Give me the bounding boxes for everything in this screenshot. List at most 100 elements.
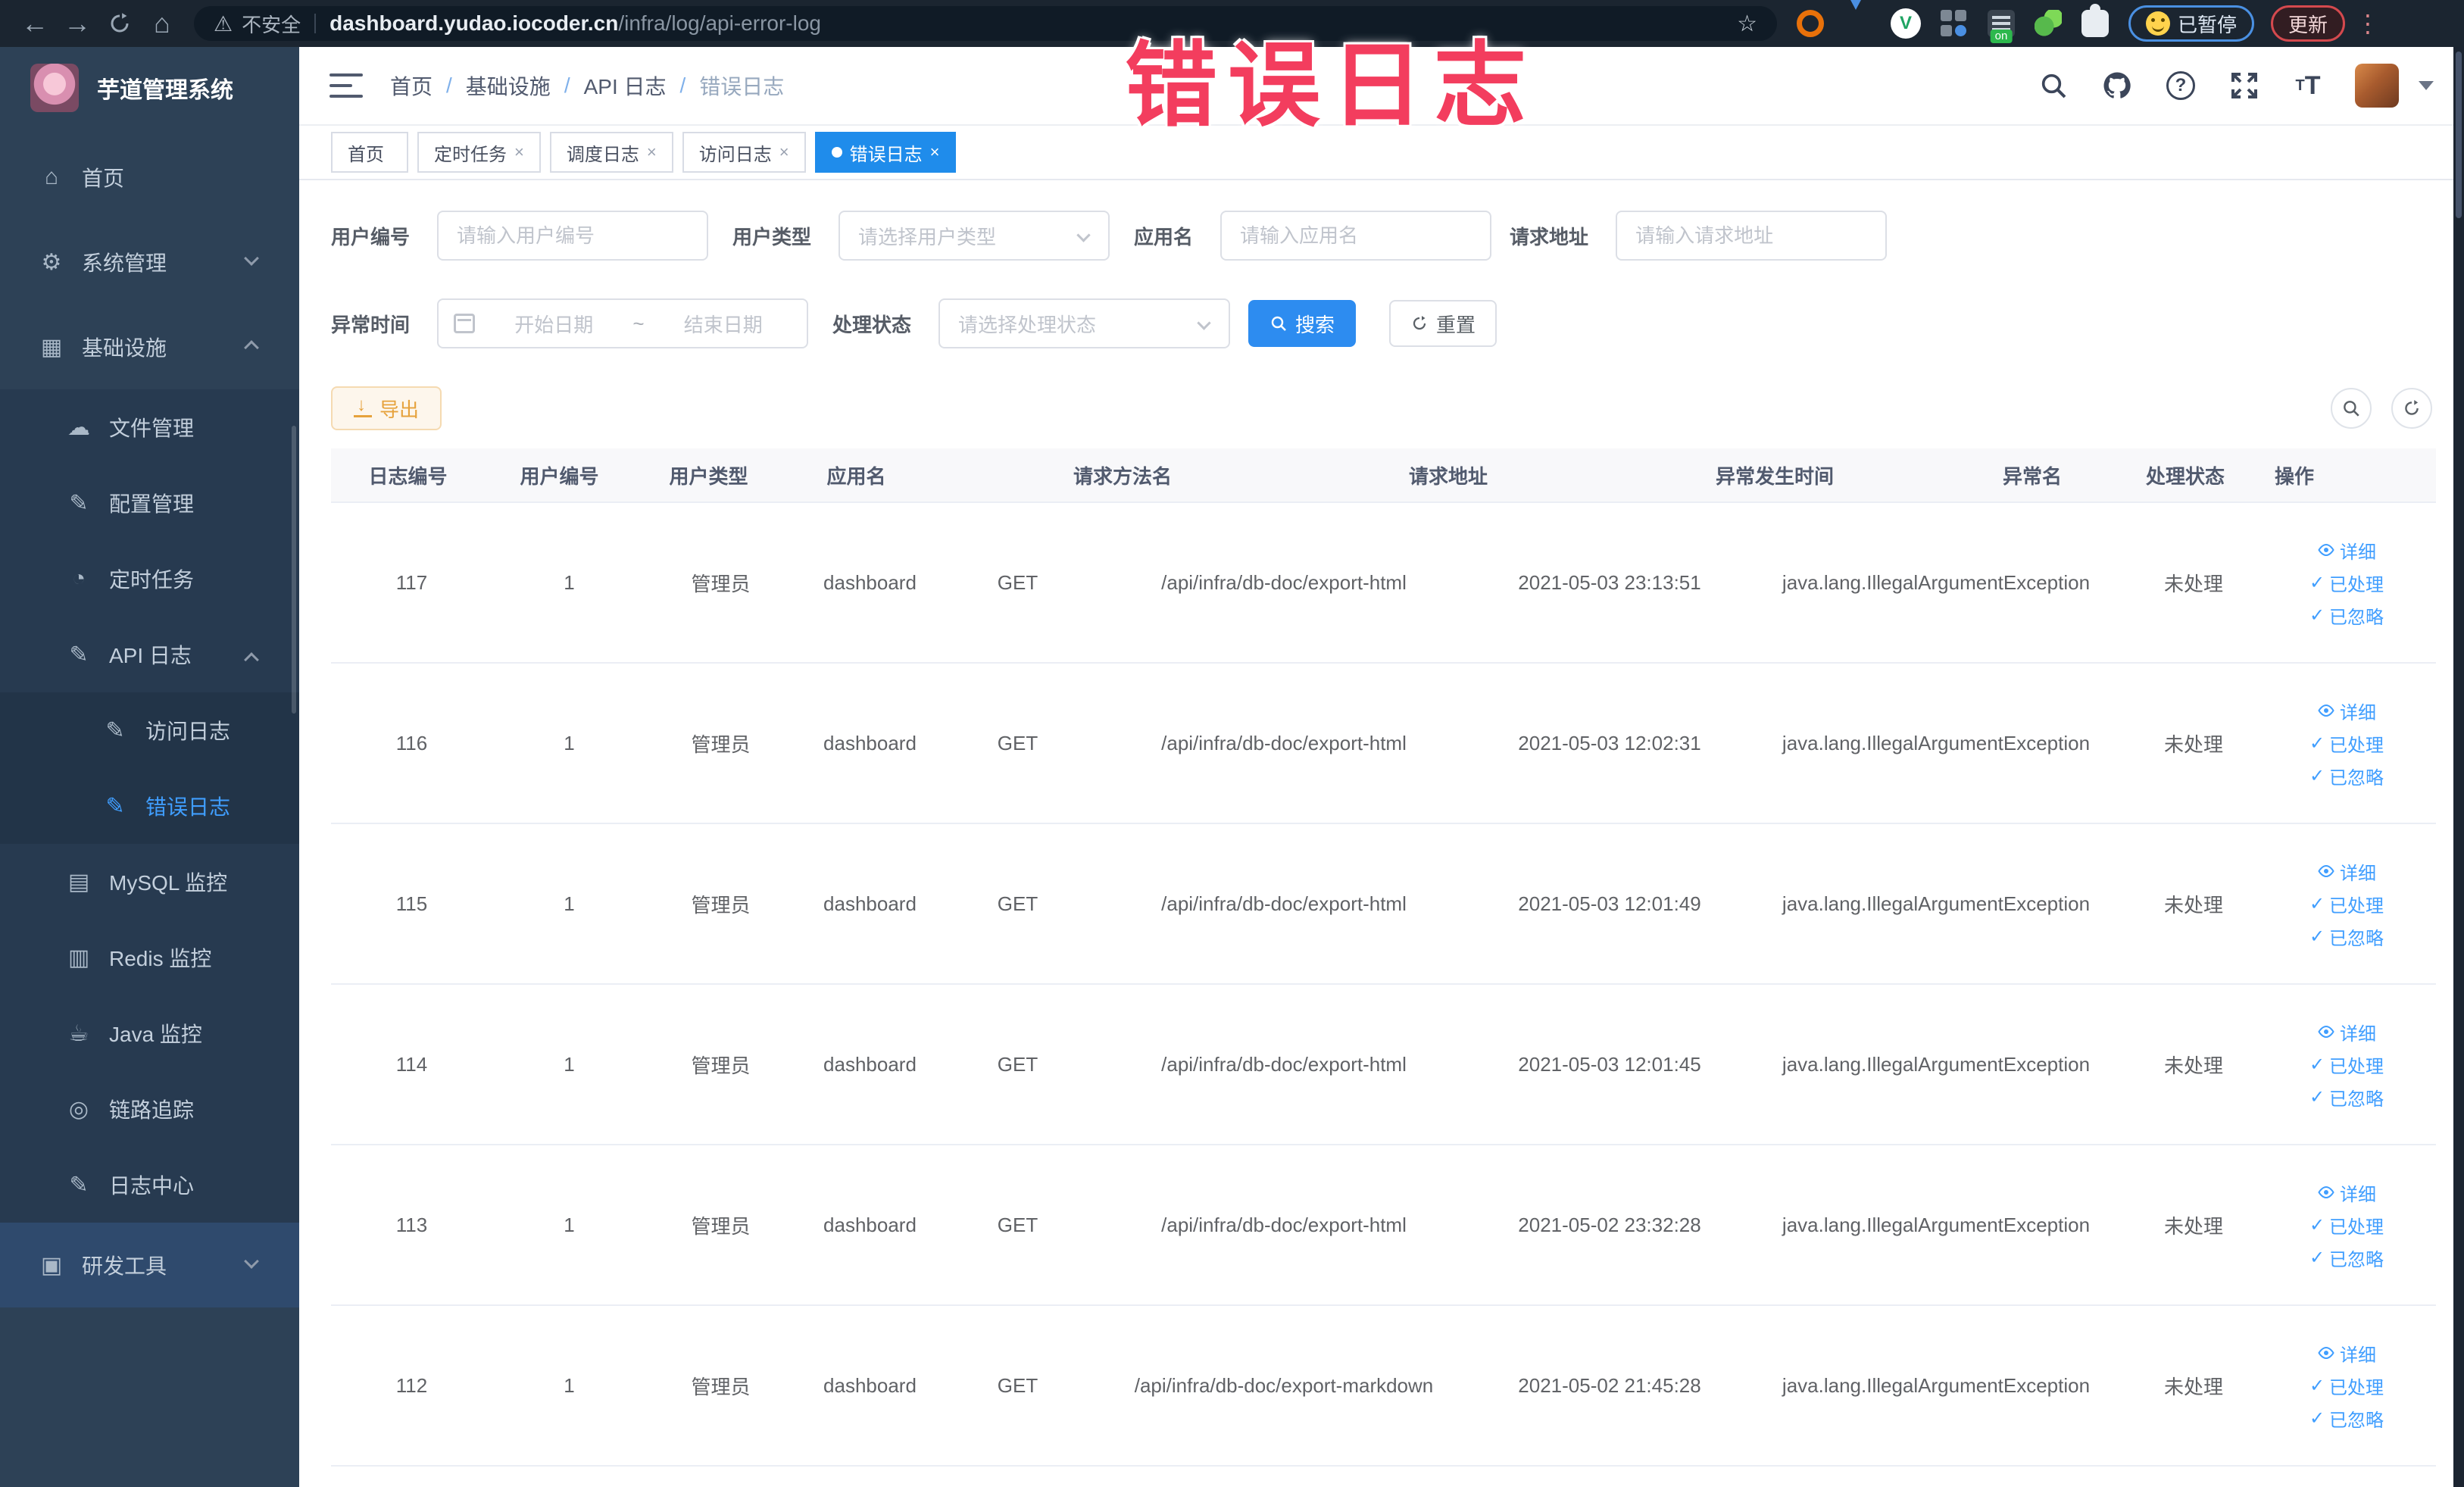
tab-close-icon[interactable]: × — [514, 142, 524, 162]
extension-sprout-icon[interactable] — [2035, 10, 2062, 37]
sidebar-item[interactable]: ✎ 错误日志 — [0, 768, 299, 844]
export-button[interactable]: 导出 — [331, 386, 442, 430]
cell-exception-time: 2021-05-03 12:02:31 — [1518, 731, 1701, 754]
sidebar-item[interactable]: ✎ 日志中心 — [0, 1147, 299, 1223]
sidebar-item[interactable]: ◎ 链路追踪 — [0, 1071, 299, 1147]
browser-home-button[interactable]: ⌂ — [141, 7, 183, 40]
browser-forward-button[interactable]: → — [56, 7, 98, 40]
search-icon[interactable] — [2037, 69, 2070, 102]
mark-ignored-link[interactable]: ✓ 已忽略 — [2309, 763, 2384, 789]
cell-actions: 详细 ✓ 已处理 ✓ 已忽略 — [2257, 1179, 2436, 1271]
sidebar-item[interactable]: ✎ API 日志 — [0, 617, 299, 692]
reset-button[interactable]: 重置 — [1389, 300, 1497, 347]
mark-ignored-label: 已忽略 — [2329, 928, 2384, 949]
profile-paused-pill[interactable]: 已暂停 — [2128, 5, 2255, 42]
sidebar-item[interactable]: ▤ MySQL 监控 — [0, 844, 299, 920]
toggle-search-button[interactable] — [2331, 388, 2372, 429]
search-icon — [1271, 316, 1286, 331]
sidebar-item[interactable]: ◔ 定时任务 — [0, 541, 299, 617]
detail-link[interactable]: 详细 — [2317, 1340, 2376, 1367]
detail-link[interactable]: 详细 — [2317, 537, 2376, 564]
mark-ignored-link[interactable]: ✓ 已忽略 — [2309, 1245, 2384, 1271]
sidebar-item[interactable]: ▣ 研发工具 — [0, 1223, 299, 1307]
search-button[interactable]: 搜索 — [1248, 300, 1357, 347]
user-type-select[interactable]: 请选择用户类型 — [839, 211, 1110, 261]
cell-user-id: 1 — [564, 1373, 575, 1397]
page-tab[interactable]: 定时任务 × — [417, 132, 541, 173]
browser-toolbar: ← → ⌂ ⚠ 不安全 dashboard.yudao.iocoder.cn /… — [0, 0, 2464, 47]
date-range-picker[interactable]: 开始日期 ~ 结束日期 — [437, 298, 809, 348]
detail-link[interactable]: 详细 — [2317, 1179, 2376, 1206]
refresh-table-button[interactable] — [2391, 388, 2432, 429]
sidebar-item[interactable]: ▦ 基础设施 — [0, 305, 299, 389]
page-tab[interactable]: 错误日志 × — [814, 132, 957, 173]
extension-grid-icon[interactable] — [1941, 10, 1968, 37]
detail-link[interactable]: 详细 — [2317, 1019, 2376, 1045]
breadcrumb-item[interactable]: API 日志 — [584, 70, 667, 101]
tab-close-icon[interactable]: × — [647, 142, 657, 162]
window-scrollbar[interactable] — [2453, 47, 2464, 1487]
sidebar-toggle-icon[interactable] — [329, 72, 363, 99]
sidebar-item-label: 错误日志 — [145, 795, 231, 819]
sidebar-item[interactable]: ▥ Redis 监控 — [0, 920, 299, 995]
app-name-input[interactable] — [1240, 223, 1472, 248]
help-icon[interactable]: ? — [2164, 69, 2197, 102]
browser-update-button[interactable]: 更新 — [2271, 5, 2346, 42]
detail-link[interactable]: 详细 — [2317, 698, 2376, 724]
mark-ignored-link[interactable]: ✓ 已忽略 — [2309, 602, 2384, 629]
extension-v-icon[interactable]: V — [1891, 8, 1921, 39]
breadcrumb-item[interactable]: 首页 — [390, 70, 433, 101]
extension-blocker-icon[interactable]: on — [1988, 10, 2015, 43]
user-avatar[interactable] — [2355, 64, 2399, 108]
tab-close-icon[interactable]: × — [779, 142, 789, 162]
page-tab[interactable]: 首页 — [331, 132, 408, 173]
app-logo[interactable]: 芋道管理系统 — [0, 47, 299, 129]
sidebar-item[interactable]: ✎ 配置管理 — [0, 465, 299, 541]
cell-log-id: 113 — [395, 1213, 428, 1236]
extensions-puzzle-icon[interactable] — [2081, 4, 2109, 37]
tab-close-icon[interactable]: × — [930, 142, 940, 162]
scrollbar-thumb[interactable] — [2456, 52, 2462, 218]
github-icon[interactable] — [2100, 69, 2134, 102]
mark-ignored-link[interactable]: ✓ 已忽略 — [2309, 1405, 2384, 1432]
page-tab[interactable]: 访问日志 × — [682, 132, 806, 173]
process-status-select[interactable]: 请选择处理状态 — [938, 298, 1231, 348]
browser-menu-icon[interactable]: ⋮ — [2356, 9, 2380, 38]
sidebar-item-label: Redis 监控 — [109, 947, 212, 970]
app-title: 芋道管理系统 — [97, 78, 233, 103]
breadcrumb-item[interactable]: 基础设施 — [466, 70, 551, 101]
browser-reload-button[interactable] — [98, 7, 141, 40]
mark-processed-label: 已处理 — [2329, 895, 2384, 917]
sidebar-item[interactable]: ⚙ 系统管理 — [0, 220, 299, 305]
sidebar-scrollbar[interactable] — [292, 426, 296, 714]
sidebar-item[interactable]: ⌂ 首页 — [0, 135, 299, 220]
request-url-input[interactable] — [1635, 223, 1868, 248]
eye-icon — [2318, 864, 2334, 878]
page-tab[interactable]: 调度日志 × — [549, 132, 673, 173]
user-menu-caret-icon[interactable] — [2419, 81, 2434, 90]
mark-processed-link[interactable]: ✓ 已处理 — [2309, 730, 2384, 757]
mark-ignored-link[interactable]: ✓ 已忽略 — [2309, 1084, 2384, 1111]
browser-back-button[interactable]: ← — [14, 7, 56, 40]
app-name-label: 应用名 — [1134, 225, 1194, 248]
mark-processed-link[interactable]: ✓ 已处理 — [2309, 1212, 2384, 1239]
cell-user-type: 管理员 — [691, 1214, 751, 1238]
font-size-icon[interactable]: TT — [2291, 69, 2325, 102]
sidebar-item[interactable]: ✎ 访问日志 — [0, 692, 299, 768]
fullscreen-icon[interactable] — [2228, 69, 2261, 102]
user-id-input[interactable] — [457, 223, 689, 248]
mark-processed-link[interactable]: ✓ 已处理 — [2309, 570, 2384, 596]
sidebar-item[interactable]: ☕ Java 监控 — [0, 995, 299, 1071]
sidebar-item-label: 日志中心 — [109, 1174, 195, 1198]
mark-ignored-label: 已忽略 — [2329, 1410, 2384, 1431]
extension-orange-icon[interactable] — [1797, 10, 1824, 37]
extension-shield-icon[interactable] — [1844, 0, 1871, 37]
bookmark-star-icon[interactable]: ☆ — [1737, 11, 1757, 37]
address-bar[interactable]: ⚠ 不安全 dashboard.yudao.iocoder.cn /infra/… — [194, 6, 1777, 41]
detail-link[interactable]: 详细 — [2317, 858, 2376, 885]
mark-processed-link[interactable]: ✓ 已处理 — [2309, 1373, 2384, 1399]
mark-processed-link[interactable]: ✓ 已处理 — [2309, 1051, 2384, 1078]
mark-processed-link[interactable]: ✓ 已处理 — [2309, 891, 2384, 917]
sidebar-item[interactable]: ☁ 文件管理 — [0, 389, 299, 465]
mark-ignored-link[interactable]: ✓ 已忽略 — [2309, 923, 2384, 950]
